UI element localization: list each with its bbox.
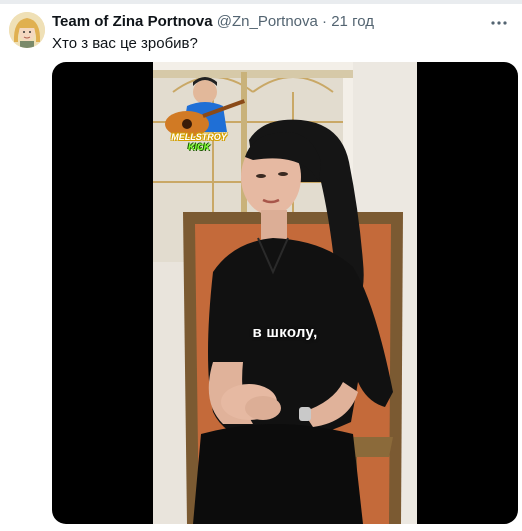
author-handle[interactable]: @Zn_Portnova	[217, 13, 318, 30]
avatar[interactable]	[9, 12, 45, 48]
video-player[interactable]: MELLSTROY KICK в школу,	[52, 62, 518, 524]
video-frame: MELLSTROY KICK в школу,	[153, 62, 417, 524]
more-button[interactable]	[490, 14, 508, 32]
tweet-timestamp[interactable]: 21 год	[331, 13, 374, 30]
header-separator: ·	[322, 13, 328, 30]
sticker-line-1: MELLSTROY	[171, 132, 227, 142]
video-caption: в школу,	[252, 324, 318, 341]
sticker-line-2: KICK	[188, 142, 210, 152]
ellipsis-icon	[491, 21, 507, 25]
tweet-header: Team of Zina Portnova @Zn_Portnova · 21 …	[52, 12, 374, 32]
avatar-portrait	[9, 12, 45, 48]
top-divider	[0, 0, 522, 4]
tweet-text: Хто з вас це зробив?	[52, 35, 198, 52]
tweet[interactable]: Team of Zina Portnova @Zn_Portnova · 21 …	[0, 0, 522, 531]
author-display-name[interactable]: Team of Zina Portnova	[52, 13, 213, 30]
sticker-label: MELLSTROY KICK	[167, 132, 231, 152]
